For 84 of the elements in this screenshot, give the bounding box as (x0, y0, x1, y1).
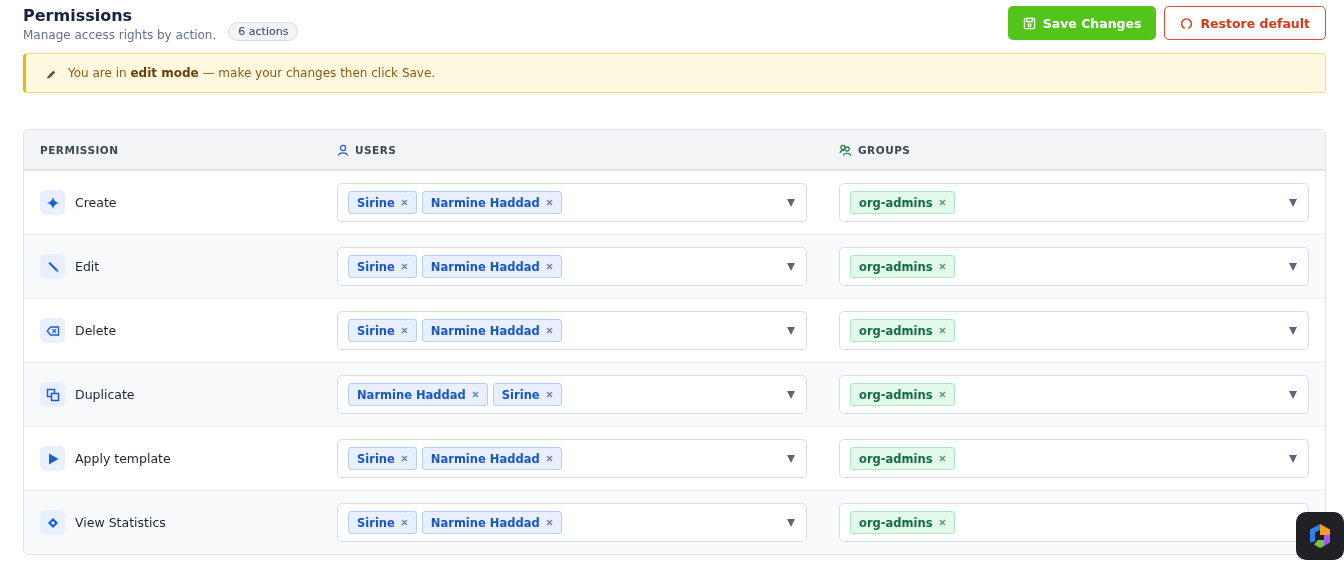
permission-name: Duplicate (75, 387, 135, 402)
group-chip: org-admins (850, 319, 955, 342)
user-chip: Sirine (492, 383, 562, 406)
column-header: PERMISSION (40, 143, 119, 156)
backspace-icon (40, 318, 65, 343)
user-chip: Narmine Haddad (421, 511, 562, 534)
permission-name: Delete (75, 323, 117, 338)
remove-icon[interactable] (471, 391, 479, 398)
caret-icon[interactable] (787, 262, 795, 271)
groups-select[interactable]: org-admins (839, 375, 1309, 414)
users-select[interactable]: Sirine Narmine Haddad (337, 183, 807, 222)
user-chip: Sirine (348, 447, 417, 470)
groups-select[interactable]: org-admins (839, 311, 1309, 350)
remove-icon[interactable] (938, 199, 946, 206)
column-header: USERS (355, 143, 397, 156)
users-select[interactable]: Sirine Narmine Haddad (337, 247, 807, 286)
user-chip: Sirine (348, 255, 417, 278)
group-chip: org-admins (850, 511, 955, 534)
sparkle-icon (40, 190, 65, 215)
save-icon (1022, 16, 1036, 30)
remove-icon[interactable] (545, 455, 553, 462)
groups-select[interactable]: org-admins (839, 503, 1309, 542)
page-subtitle: Manage access rights by action. (23, 28, 217, 42)
remove-icon[interactable] (545, 391, 553, 398)
count-badge: 6 actions (228, 22, 299, 41)
users-select[interactable]: Sirine Narmine Haddad (337, 311, 807, 350)
user-icon (337, 143, 349, 156)
group-chip: org-admins (850, 447, 955, 470)
users-select[interactable]: Sirine Narmine Haddad (337, 503, 807, 542)
remove-icon[interactable] (545, 519, 553, 526)
user-chip: Sirine (348, 319, 417, 342)
users-select[interactable]: Narmine Haddad Sirine (337, 375, 807, 414)
page-title: Permissions (23, 6, 134, 26)
notice-text: You are in edit mode — make your changes then click Save. (68, 66, 436, 80)
remove-icon[interactable] (938, 391, 946, 398)
group-chip: org-admins (850, 255, 955, 278)
groups-select[interactable]: org-admins (839, 439, 1309, 478)
group-chip: org-admins (850, 191, 955, 214)
group-icon (839, 143, 852, 156)
remove-icon[interactable] (400, 327, 408, 334)
caret-icon[interactable] (1289, 262, 1297, 271)
groups-select[interactable]: org-admins (839, 247, 1309, 286)
restore-button[interactable]: Restore default (1164, 6, 1326, 40)
caret-icon[interactable] (1289, 198, 1297, 207)
refresh-icon (1180, 16, 1194, 30)
caret-icon[interactable] (1289, 454, 1297, 463)
remove-icon[interactable] (545, 263, 553, 270)
user-chip: Narmine Haddad (421, 255, 562, 278)
caret-icon[interactable] (787, 518, 795, 527)
remove-icon[interactable] (400, 199, 408, 206)
remove-icon[interactable] (400, 455, 408, 462)
caret-icon[interactable] (787, 390, 795, 399)
permission-name: Apply template (75, 451, 171, 466)
groups-select[interactable]: org-admins (839, 183, 1309, 222)
remove-icon[interactable] (545, 199, 553, 206)
permission-name: Edit (75, 259, 100, 274)
remove-icon[interactable] (938, 455, 946, 462)
remove-icon[interactable] (400, 519, 408, 526)
user-chip: Sirine (348, 191, 417, 214)
column-header: GROUPS (858, 143, 911, 156)
hexagon-logo-icon (1308, 523, 1332, 549)
remove-icon[interactable] (545, 327, 553, 334)
permission-name: Create (75, 195, 117, 210)
user-chip: Sirine (348, 511, 417, 534)
remove-icon[interactable] (938, 263, 946, 270)
user-chip: Narmine Haddad (421, 191, 562, 214)
caret-icon[interactable] (787, 326, 795, 335)
pencil-icon (40, 254, 65, 279)
copy-icon (40, 382, 65, 407)
group-chip: org-admins (850, 383, 955, 406)
caret-icon[interactable] (787, 454, 795, 463)
remove-icon[interactable] (938, 327, 946, 334)
permission-name: View Statistics (75, 515, 166, 530)
caret-icon[interactable] (1289, 390, 1297, 399)
caret-icon[interactable] (787, 198, 795, 207)
user-chip: Narmine Haddad (421, 447, 562, 470)
user-chip: Narmine Haddad (421, 319, 562, 342)
remove-icon[interactable] (400, 263, 408, 270)
remove-icon[interactable] (938, 519, 946, 526)
users-select[interactable]: Sirine Narmine Haddad (337, 439, 807, 478)
user-chip: Narmine Haddad (348, 383, 488, 406)
caret-icon[interactable] (1289, 326, 1297, 335)
app-launcher-button[interactable] (1296, 512, 1344, 560)
play-icon (40, 446, 65, 471)
